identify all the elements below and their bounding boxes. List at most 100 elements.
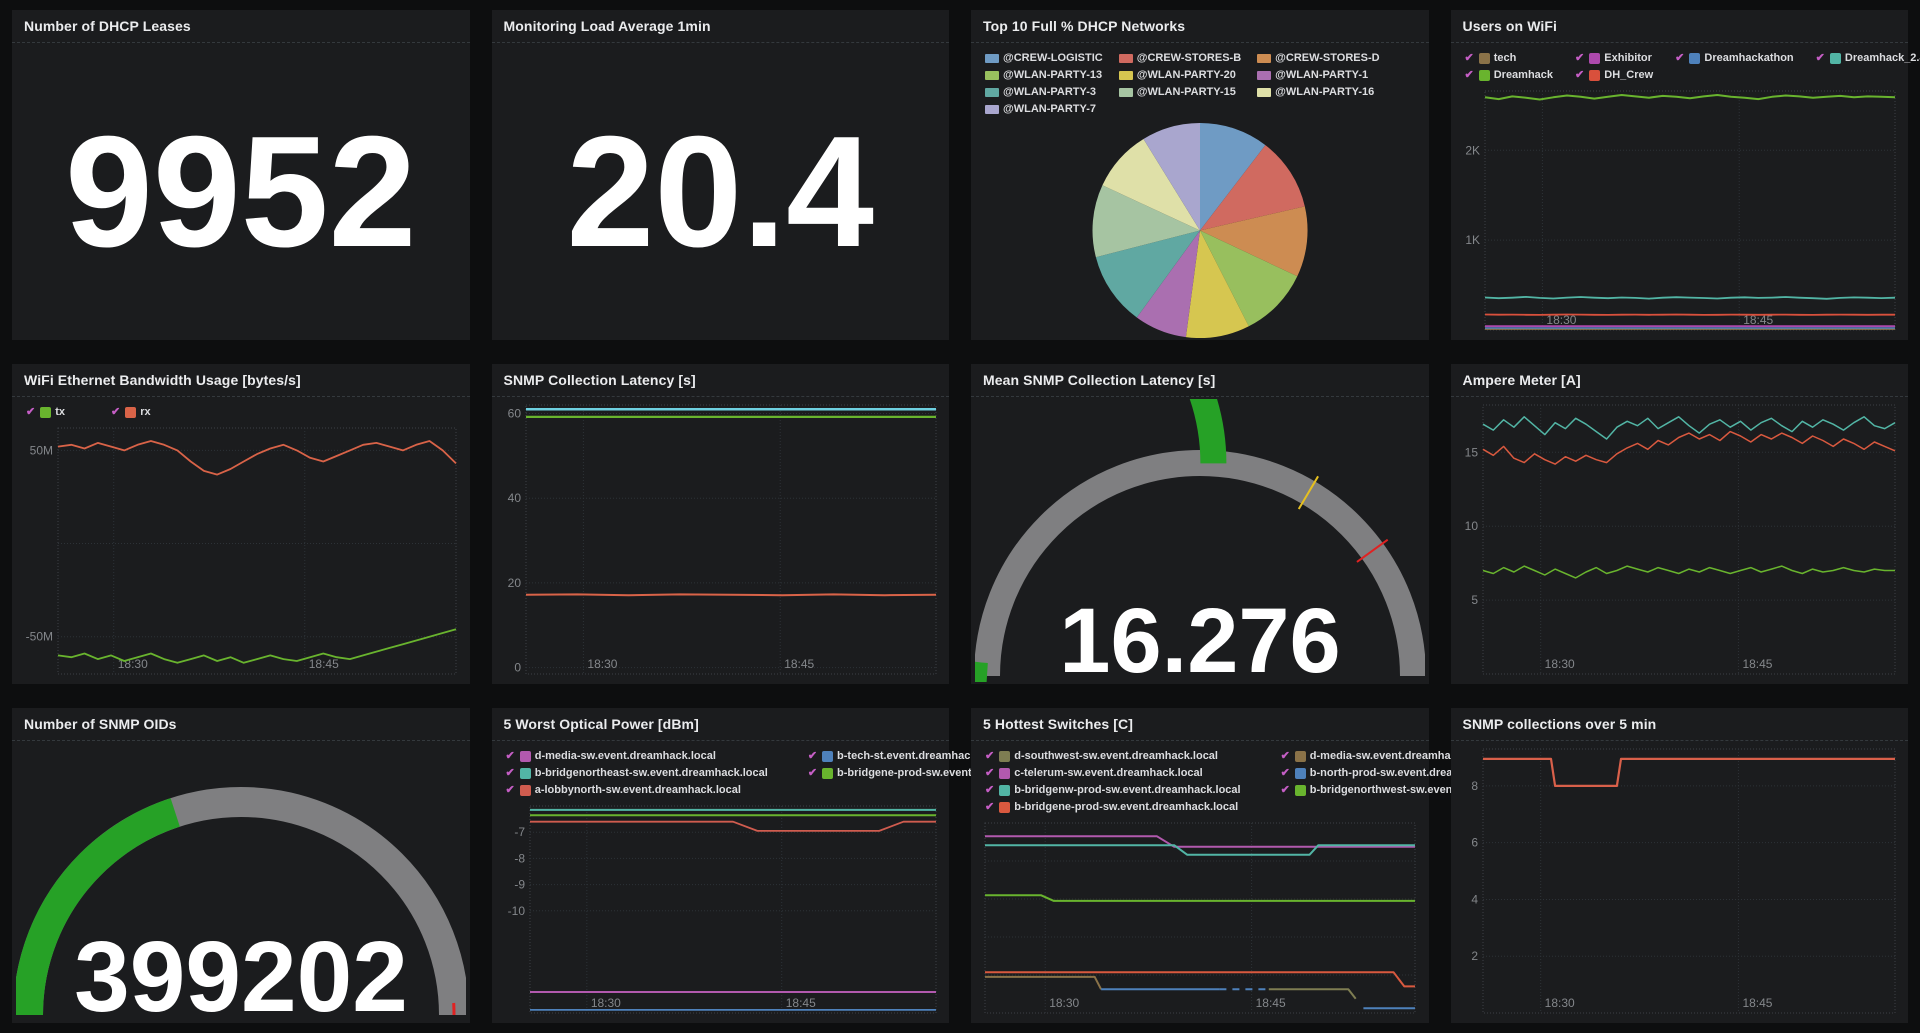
legend-item[interactable]: @CREW-LOGISTIC — [985, 50, 1103, 66]
legend-item[interactable]: ✔rx — [111, 404, 151, 420]
legend-item[interactable]: ✔ d-media-sw.event.dreamhack.local — [506, 748, 768, 764]
legend-color-swatch — [1589, 70, 1600, 81]
svg-text:-7: -7 — [514, 825, 525, 839]
panel-title[interactable]: SNMP collections over 5 min — [1463, 716, 1657, 732]
line-chart-svg: 2K1K18:3018:45 — [1455, 85, 1905, 338]
legend-label: @WLAN-PARTY-20 — [1137, 67, 1236, 83]
wifi-bandwidth-chart[interactable]: 50M-50M18:3018:45 — [16, 422, 466, 682]
panel-title[interactable]: Users on WiFi — [1463, 18, 1558, 34]
panel-header[interactable]: WiFi Ethernet Bandwidth Usage [bytes/s] — [12, 364, 470, 397]
legend-check-icon[interactable]: ✔ — [985, 765, 994, 781]
legend-label: @WLAN-PARTY-15 — [1137, 84, 1236, 100]
legend-item[interactable]: @CREW-STORES-D — [1257, 50, 1379, 66]
legend-item[interactable]: @WLAN-PARTY-3 — [985, 84, 1103, 100]
legend-item[interactable]: ✔c-telerum-sw.event.dreamhack.local — [985, 765, 1241, 781]
panel-title[interactable]: Mean SNMP Collection Latency [s] — [983, 372, 1215, 388]
snmp-collections-chart[interactable]: 864218:3018:45 — [1455, 743, 1905, 1021]
panel-title[interactable]: 5 Worst Optical Power [dBm] — [504, 716, 699, 732]
panel-number-of-snmp-oids: Number of SNMP OIDs 399202 — [12, 708, 470, 1023]
legend-item[interactable]: ✔Dreamhackathon — [1675, 50, 1793, 66]
svg-text:60: 60 — [507, 406, 521, 420]
legend-check-icon[interactable]: ✔ — [1575, 50, 1584, 66]
legend-check-icon[interactable]: ✔ — [985, 782, 994, 798]
panel-title[interactable]: 5 Hottest Switches [C] — [983, 716, 1133, 732]
panel-title[interactable]: Top 10 Full % DHCP Networks — [983, 18, 1185, 34]
line-chart-svg: 604020018:3018:45 — [496, 399, 946, 682]
panel-header[interactable]: Users on WiFi — [1451, 10, 1909, 43]
series-legend: ✔d-southwest-sw.event.dreamhack.local✔d-… — [975, 743, 1425, 817]
legend-check-icon[interactable]: ✔ — [1281, 748, 1290, 764]
legend-item[interactable]: @WLAN-PARTY-15 — [1119, 84, 1241, 100]
legend-check-icon[interactable]: ✔ — [1675, 50, 1684, 66]
panel-title[interactable]: Number of DHCP Leases — [24, 18, 191, 34]
panel-header[interactable]: Number of SNMP OIDs — [12, 708, 470, 741]
legend-item[interactable]: ✔a-lobbynorth-sw.event.dreamhack.local — [506, 782, 768, 798]
legend-item[interactable]: @WLAN-PARTY-13 — [985, 67, 1103, 83]
optical-power-chart[interactable]: -7-8-9-1018:3018:45 — [496, 800, 946, 1021]
snmp-latency-chart[interactable]: 604020018:3018:45 — [496, 399, 946, 682]
line-chart-svg: 864218:3018:45 — [1455, 743, 1905, 1021]
legend-color-swatch — [520, 785, 531, 796]
svg-text:399202: 399202 — [74, 921, 408, 1021]
legend-check-icon[interactable]: ✔ — [808, 765, 817, 781]
panel-header[interactable]: Number of DHCP Leases — [12, 10, 470, 43]
panel-header[interactable]: Top 10 Full % DHCP Networks — [971, 10, 1429, 43]
panel-header[interactable]: 5 Worst Optical Power [dBm] — [492, 708, 950, 741]
svg-text:-50M: -50M — [26, 630, 53, 644]
legend-item[interactable]: ✔DH_Crew — [1575, 67, 1653, 83]
panel-header[interactable]: SNMP Collection Latency [s] — [492, 364, 950, 397]
legend-item[interactable]: @WLAN-PARTY-20 — [1119, 67, 1241, 83]
legend-check-icon[interactable]: ✔ — [1465, 50, 1474, 66]
users-on-wifi-chart[interactable]: 2K1K18:3018:45 — [1455, 85, 1905, 338]
pie-chart-svg — [975, 119, 1425, 338]
ampere-meter-chart[interactable]: 1510518:3018:45 — [1455, 399, 1905, 682]
panel-title[interactable]: Monitoring Load Average 1min — [504, 18, 711, 34]
legend-item[interactable]: ✔b-bridgene-prod-sw.event.dreamhack.loca… — [985, 799, 1241, 815]
legend-check-icon[interactable]: ✔ — [111, 404, 120, 420]
legend-check-icon[interactable]: ✔ — [26, 404, 35, 420]
panel-monitoring-load-average: Monitoring Load Average 1min 20.4 — [492, 10, 950, 340]
legend-color-swatch — [985, 71, 999, 80]
svg-text:18:30: 18:30 — [590, 996, 620, 1010]
legend-item[interactable]: ✔Dreamhack_2.4 — [1816, 50, 1920, 66]
legend-item[interactable]: @WLAN-PARTY-1 — [1257, 67, 1379, 83]
legend-label: d-media-sw.event.dreamhack.local — [535, 748, 716, 764]
legend-check-icon[interactable]: ✔ — [985, 799, 994, 815]
snmp-oids-gauge: 399202 — [16, 743, 466, 1021]
legend-item[interactable]: ✔d-southwest-sw.event.dreamhack.local — [985, 748, 1241, 764]
panel-title[interactable]: WiFi Ethernet Bandwidth Usage [bytes/s] — [24, 372, 301, 388]
legend-item[interactable]: ✔b-bridgenw-prod-sw.event.dreamhack.loca… — [985, 782, 1241, 798]
legend-check-icon[interactable]: ✔ — [808, 748, 817, 764]
panel-header[interactable]: 5 Hottest Switches [C] — [971, 708, 1429, 741]
legend-item[interactable]: @WLAN-PARTY-16 — [1257, 84, 1379, 100]
legend-check-icon[interactable]: ✔ — [1816, 50, 1825, 66]
legend-check-icon[interactable]: ✔ — [985, 748, 994, 764]
panel-title[interactable]: SNMP Collection Latency [s] — [504, 372, 696, 388]
legend-color-swatch — [999, 768, 1010, 779]
legend-label: @WLAN-PARTY-3 — [1003, 84, 1096, 100]
legend-item[interactable]: @WLAN-PARTY-7 — [985, 101, 1103, 117]
legend-check-icon[interactable]: ✔ — [506, 782, 515, 798]
legend-item[interactable]: ✔tech — [1465, 50, 1554, 66]
panel-header[interactable]: Ampere Meter [A] — [1451, 364, 1909, 397]
legend-check-icon[interactable]: ✔ — [506, 748, 515, 764]
legend-color-swatch — [520, 751, 531, 762]
legend-check-icon[interactable]: ✔ — [1281, 782, 1290, 798]
panel-header[interactable]: Mean SNMP Collection Latency [s] — [971, 364, 1429, 397]
legend-item[interactable]: ✔tx — [26, 404, 65, 420]
panel-title[interactable]: Number of SNMP OIDs — [24, 716, 177, 732]
panel-title[interactable]: Ampere Meter [A] — [1463, 372, 1581, 388]
panel-snmp-collection-latency: SNMP Collection Latency [s] 604020018:30… — [492, 364, 950, 684]
legend-item[interactable]: ✔b-bridgenortheast-sw.event.dreamhack.lo… — [506, 765, 768, 781]
svg-text:18:30: 18:30 — [1544, 657, 1574, 671]
legend-item[interactable]: ✔Exhibitor — [1575, 50, 1653, 66]
legend-check-icon[interactable]: ✔ — [506, 765, 515, 781]
legend-check-icon[interactable]: ✔ — [1281, 765, 1290, 781]
legend-check-icon[interactable]: ✔ — [1465, 67, 1474, 83]
legend-item[interactable]: ✔Dreamhack — [1465, 67, 1554, 83]
hottest-switches-chart[interactable]: 18:3018:45 — [975, 817, 1425, 1021]
panel-header[interactable]: Monitoring Load Average 1min — [492, 10, 950, 43]
panel-header[interactable]: SNMP collections over 5 min — [1451, 708, 1909, 741]
legend-item[interactable]: @CREW-STORES-B — [1119, 50, 1241, 66]
legend-check-icon[interactable]: ✔ — [1575, 67, 1584, 83]
